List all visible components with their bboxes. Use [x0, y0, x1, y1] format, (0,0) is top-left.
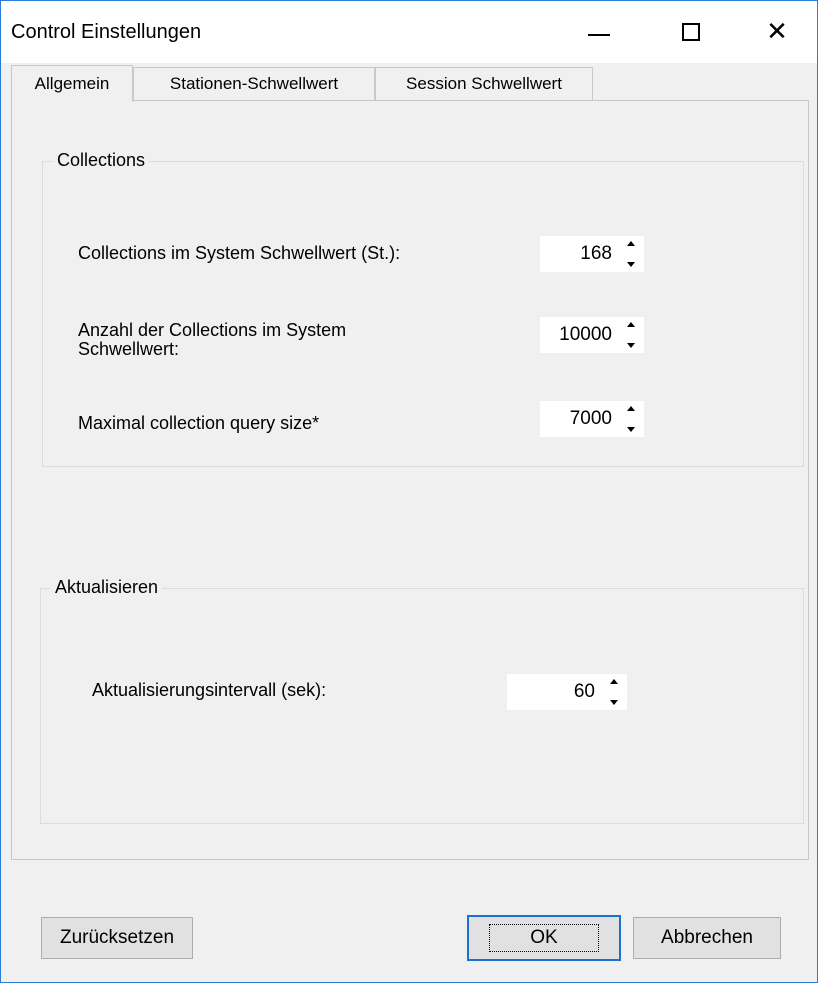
maximize-icon [682, 23, 700, 41]
close-button[interactable]: ✕ [737, 1, 817, 63]
aktualisieren-group: Aktualisieren Aktualisierungsintervall (… [40, 577, 804, 824]
spin-down-icon[interactable] [627, 343, 635, 348]
collections-count-label-line2: Schwellwert: [78, 339, 180, 359]
spin-up-icon[interactable] [627, 241, 635, 246]
tab-session-schwellwert[interactable]: Session Schwellwert [375, 67, 593, 100]
tab-strip: Allgemein Stationen-Schwellwert Session … [11, 65, 811, 102]
ok-button[interactable]: OK [467, 915, 621, 961]
cancel-button-label: Abbrechen [661, 927, 753, 948]
spin-down-icon[interactable] [627, 427, 635, 432]
collections-count-spinner[interactable]: 10000 [540, 317, 644, 353]
spin-up-icon[interactable] [627, 322, 635, 327]
cancel-button[interactable]: Abbrechen [633, 917, 781, 959]
spin-down-icon[interactable] [610, 700, 618, 705]
settings-window: Control Einstellungen ✕ Allgemein Statio… [0, 0, 818, 983]
tab-allgemein[interactable]: Allgemein [11, 65, 133, 102]
collections-legend: Collections [53, 150, 150, 171]
collections-group: Collections Collections im System Schwel… [42, 150, 804, 467]
minimize-button[interactable] [559, 1, 639, 63]
close-icon: ✕ [766, 17, 788, 47]
reset-button-label: Zurücksetzen [59, 927, 175, 948]
minimize-icon [588, 34, 610, 36]
aktualisieren-legend: Aktualisieren [51, 577, 163, 598]
tab-label: Session Schwellwert [406, 74, 562, 93]
window-title: Control Einstellungen [11, 21, 202, 43]
refresh-interval-spinner[interactable]: 60 [507, 674, 627, 710]
collections-threshold-label: Collections im System Schwellwert (St.): [78, 243, 401, 263]
spin-up-icon[interactable] [627, 406, 635, 411]
tab-panel-allgemein: Collections Collections im System Schwel… [11, 100, 809, 860]
tab-label: Stationen-Schwellwert [169, 74, 339, 93]
spin-up-icon[interactable] [610, 679, 618, 684]
spinner-arrows [622, 406, 640, 432]
spinner-arrows [605, 679, 623, 705]
ok-button-label: OK [489, 924, 599, 952]
collections-threshold-spinner[interactable]: 168 [540, 236, 644, 272]
spinner-arrows [622, 322, 640, 348]
spin-down-icon[interactable] [627, 262, 635, 267]
reset-button[interactable]: Zurücksetzen [41, 917, 193, 959]
maximize-button[interactable] [651, 1, 731, 63]
spinner-arrows [622, 241, 640, 267]
tab-label: Allgemein [34, 74, 110, 93]
tab-stationen-schwellwert[interactable]: Stationen-Schwellwert [133, 67, 375, 100]
title-bar: Control Einstellungen ✕ [1, 1, 817, 63]
max-query-size-spinner[interactable]: 7000 [540, 401, 644, 437]
max-query-size-label: Maximal collection query size* [78, 413, 320, 433]
refresh-interval-label: Aktualisierungsintervall (sek): [92, 680, 327, 700]
